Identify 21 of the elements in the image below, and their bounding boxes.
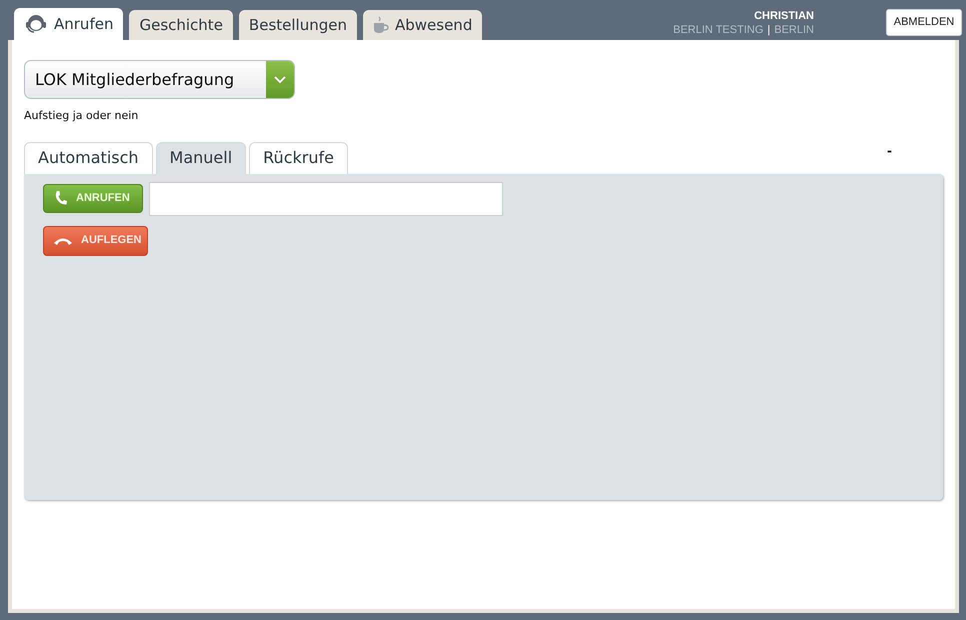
user-name: CHRISTIAN [754,9,814,23]
logout-button[interactable]: ABMELDEN [886,9,962,36]
location-name: BERLIN [774,23,814,37]
chevron-down-icon [274,76,286,84]
phone-number-field[interactable] [149,182,503,216]
campaign-description: Aufstieg ja oder nein [24,108,140,124]
hangup-phone-icon [53,236,73,246]
campaign-select[interactable]: LOK Mitgliederbefragung [24,60,295,99]
sub-tab[interactable]: Manuell [156,142,246,174]
team-name: BERLIN TESTING [673,23,764,37]
main-tab[interactable]: Bestellungen [238,10,357,40]
sub-tab[interactable]: Automatisch [24,142,153,174]
main-tab[interactable]: Anrufen [14,8,124,40]
headset-person-icon [24,13,48,35]
main-tab[interactable]: Geschichte [129,10,233,40]
separator-text: | [767,23,770,37]
sub-tab[interactable]: Rückrufe [249,142,348,174]
cup-icon [372,16,389,34]
main-tab[interactable]: Abwesend [362,10,482,40]
corner-mark: - [887,142,892,160]
phone-icon [54,190,68,206]
